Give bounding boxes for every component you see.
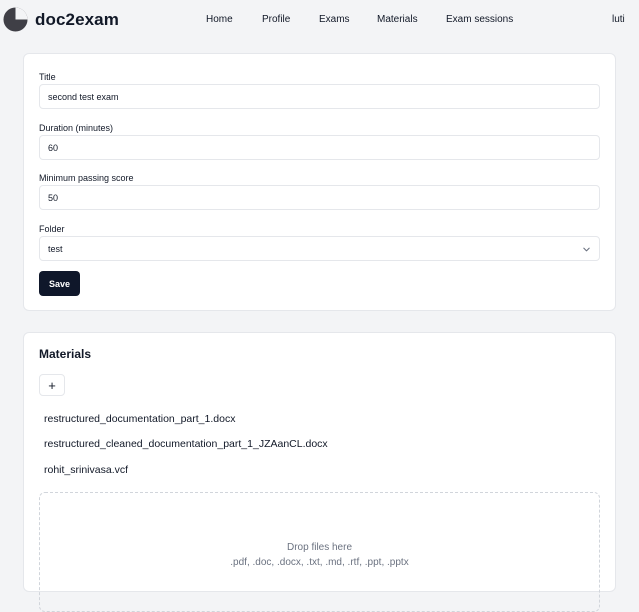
min-score-input[interactable]: 50	[39, 185, 600, 210]
top-navbar: doc2exam Home Profile Exams Materials Ex…	[0, 0, 639, 42]
folder-select-value: test	[48, 243, 63, 254]
title-label: Title	[39, 72, 56, 82]
nav-materials[interactable]: Materials	[377, 14, 418, 25]
min-score-label: Minimum passing score	[39, 173, 134, 183]
nav-exams[interactable]: Exams	[319, 14, 350, 25]
material-file-item[interactable]: restructured_documentation_part_1.docx	[44, 413, 235, 425]
add-material-button[interactable]: +	[39, 374, 65, 396]
exam-settings-card: Title second test exam Duration (minutes…	[23, 53, 616, 311]
materials-card: Materials + restructured_documentation_p…	[23, 332, 616, 612]
dropzone-title: Drop files here	[286, 542, 353, 553]
folder-label: Folder	[39, 224, 65, 234]
materials-title: Materials	[39, 347, 92, 361]
nav-home[interactable]: Home	[206, 14, 233, 25]
user-menu[interactable]: luti	[612, 14, 625, 25]
brand-name[interactable]: doc2exam	[35, 10, 119, 30]
folder-select[interactable]: test	[39, 236, 600, 261]
main-content: Title second test exam Duration (minutes…	[0, 42, 639, 612]
duration-input[interactable]: 60	[39, 135, 600, 160]
material-file-item[interactable]: rohit_srinivasa.vcf	[44, 464, 128, 476]
nav-exam-sessions[interactable]: Exam sessions	[446, 14, 513, 25]
dropzone-accepted-types: .pdf, .doc, .docx, .txt, .md, .rtf, .ppt…	[230, 557, 409, 568]
doc2exam-logo-icon[interactable]	[3, 7, 28, 32]
plus-icon: +	[48, 377, 56, 393]
material-file-item[interactable]: restructured_cleaned_documentation_part_…	[44, 438, 328, 450]
save-button[interactable]: Save	[39, 271, 80, 296]
file-dropzone[interactable]: Drop files here .pdf, .doc, .docx, .txt,…	[39, 492, 600, 612]
title-input[interactable]: second test exam	[39, 84, 600, 109]
duration-label: Duration (minutes)	[39, 123, 114, 133]
nav-profile[interactable]: Profile	[262, 14, 290, 25]
chevron-down-icon	[583, 247, 590, 252]
